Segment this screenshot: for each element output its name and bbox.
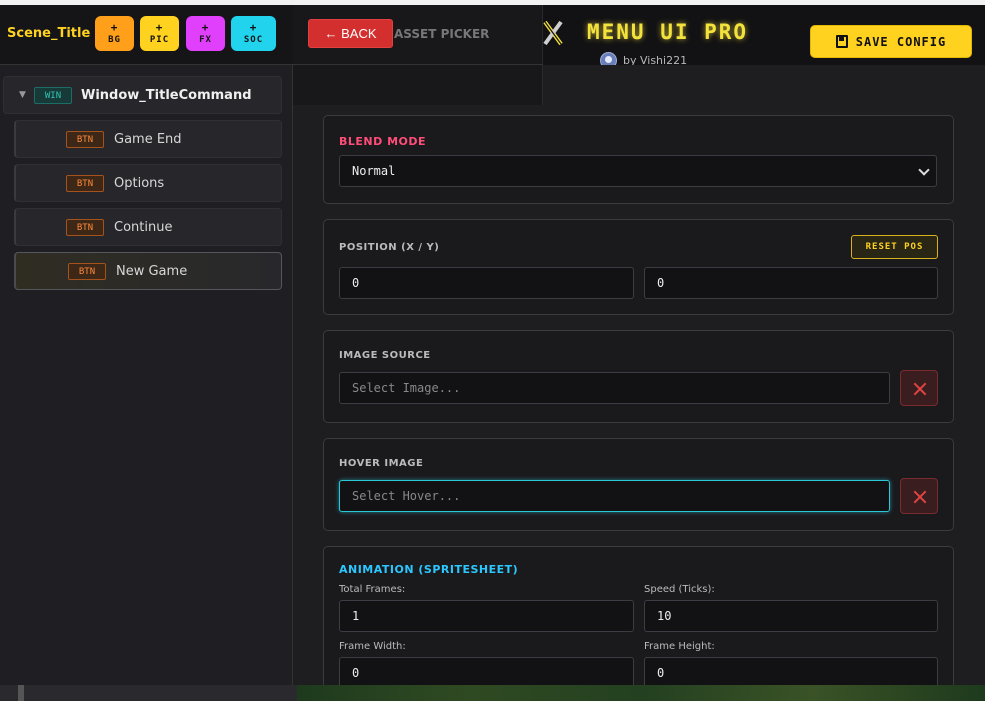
asset-picker-title: ASSET PICKER — [394, 27, 490, 41]
total-frames-input[interactable]: 1 — [339, 600, 634, 632]
add-soc-button[interactable]: + SOC — [231, 16, 276, 51]
add-fx-button[interactable]: + FX — [186, 16, 225, 51]
hover-image-label: HOVER IMAGE — [339, 458, 424, 469]
image-source-label: IMAGE SOURCE — [339, 350, 431, 361]
add-bg-label: BG — [108, 34, 121, 45]
add-bg-button[interactable]: + BG — [95, 16, 134, 51]
plus-icon: + — [155, 20, 164, 34]
scene-preview-strip — [297, 685, 985, 701]
blend-mode-value: Normal — [352, 164, 396, 178]
chevron-down-icon — [918, 164, 930, 176]
total-frames-label: Total Frames: — [339, 584, 406, 595]
scene-tree-panel: Scene_Title + BG + PIC + FX + SOC ▼ WIN … — [0, 5, 293, 685]
hover-image-placeholder: Select Hover... — [352, 489, 461, 503]
speed-value: 10 — [657, 609, 672, 623]
total-frames-value: 1 — [352, 609, 360, 623]
position-y-value: 0 — [657, 276, 665, 290]
position-section: POSITION (X / Y) RESET POS 0 0 — [323, 219, 954, 315]
reset-position-button[interactable]: RESET POS — [851, 235, 938, 259]
tree-item-game-end[interactable]: BTN Game End — [14, 120, 282, 158]
divider — [293, 64, 543, 65]
button-tag: BTN — [66, 219, 104, 236]
save-config-button[interactable]: SAVE CONFIG — [810, 25, 972, 58]
tree-item-label: Continue — [114, 220, 173, 235]
animation-label: ANIMATION (SPRITESHEET) — [339, 563, 519, 576]
plus-icon: + — [249, 20, 258, 34]
tools-icon — [543, 20, 563, 46]
asset-picker-panel: ← BACK ASSET PICKER — [293, 5, 543, 105]
image-source-placeholder: Select Image... — [352, 381, 461, 395]
speed-label: Speed (Ticks): — [644, 584, 715, 595]
position-label: POSITION (X / Y) — [339, 242, 440, 253]
position-x-value: 0 — [352, 276, 360, 290]
tree-item-label: Window_TitleCommand — [81, 88, 252, 103]
collapse-arrow-icon[interactable]: ▼ — [19, 90, 26, 100]
frame-width-label: Frame Width: — [339, 641, 406, 652]
speed-input[interactable]: 10 — [644, 600, 938, 632]
plus-icon: + — [110, 20, 119, 34]
back-button[interactable]: ← BACK — [308, 19, 393, 48]
plus-icon: + — [201, 20, 210, 34]
tree-item-options[interactable]: BTN Options — [14, 164, 282, 202]
window-tag: WIN — [34, 87, 72, 104]
image-source-section: IMAGE SOURCE Select Image... — [323, 330, 954, 423]
clear-image-button[interactable] — [900, 370, 938, 406]
animation-section: ANIMATION (SPRITESHEET) Total Frames: Sp… — [323, 546, 954, 696]
add-pic-button[interactable]: + PIC — [140, 16, 179, 51]
scene-title: Scene_Title — [7, 26, 91, 41]
brand-title: MENU UI PRO — [587, 20, 749, 44]
button-tag: BTN — [66, 131, 104, 148]
left-panel-footer — [0, 685, 297, 701]
tree-item-continue[interactable]: BTN Continue — [14, 208, 282, 246]
tree-item-new-game[interactable]: BTN New Game — [14, 252, 282, 290]
tree-item-label: New Game — [116, 264, 188, 279]
blend-mode-section: BLEND MODE Normal — [323, 115, 954, 204]
clear-hover-button[interactable] — [900, 478, 938, 514]
position-y-input[interactable]: 0 — [644, 267, 938, 299]
floppy-disk-icon — [835, 35, 848, 48]
frame-height-value: 0 — [657, 666, 665, 680]
hover-image-input[interactable]: Select Hover... — [339, 480, 890, 512]
frame-width-value: 0 — [352, 666, 360, 680]
blend-mode-select[interactable]: Normal — [339, 155, 937, 187]
scrollbar-thumb[interactable] — [18, 685, 24, 701]
tree-item-label: Options — [114, 176, 165, 191]
properties-panel: BLEND MODE Normal POSITION (X / Y) RESET… — [293, 65, 985, 696]
button-tag: BTN — [68, 263, 106, 280]
blend-mode-label: BLEND MODE — [339, 135, 427, 148]
tree-item-label: Game End — [114, 132, 182, 147]
add-soc-label: SOC — [243, 34, 264, 45]
tree-item-window-titlecommand[interactable]: ▼ WIN Window_TitleCommand — [3, 76, 282, 114]
add-pic-label: PIC — [149, 34, 170, 45]
position-x-input[interactable]: 0 — [339, 267, 634, 299]
scene-toolbar: Scene_Title + BG + PIC + FX + SOC — [0, 5, 293, 65]
image-source-input[interactable]: Select Image... — [339, 372, 890, 404]
frame-height-label: Frame Height: — [644, 641, 715, 652]
add-fx-label: FX — [199, 34, 212, 45]
hover-image-section: HOVER IMAGE Select Hover... — [323, 438, 954, 531]
save-config-label: SAVE CONFIG — [855, 34, 947, 49]
button-tag: BTN — [66, 175, 104, 192]
